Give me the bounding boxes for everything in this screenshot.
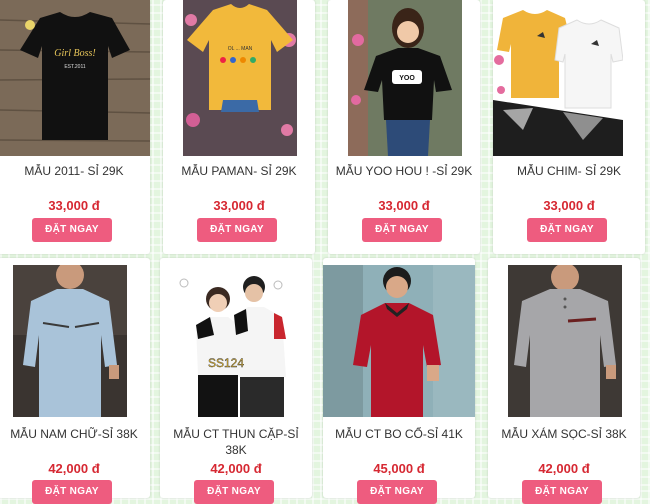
product-image[interactable]: SS124 — [178, 265, 292, 417]
product-price: 33,000 đ — [48, 198, 100, 213]
product-name: MẪU CT BO CỔ-SỈ 41K — [335, 427, 463, 441]
product-price: 33,000 đ — [543, 198, 595, 213]
order-now-button[interactable]: ĐẶT NGAY — [527, 218, 607, 242]
product-name: MẪU PAMAN- SỈ 29K — [181, 164, 297, 178]
product-name: MẪU CHIM- SỈ 29K — [516, 164, 621, 178]
order-now-button[interactable]: ĐẶT NGAY — [197, 218, 277, 242]
shirt-print-text: Girl Boss! — [54, 48, 95, 59]
product-card[interactable]: OL ... MAN MẪU PAMAN- SỈ 29K 33,000 đ ĐẶ… — [163, 0, 315, 254]
product-image[interactable]: YOO — [348, 0, 462, 156]
order-now-button[interactable]: ĐẶT NGAY — [357, 480, 437, 504]
order-now-button[interactable]: ĐẶT NGAY — [32, 480, 112, 504]
product-image[interactable]: OL ... MAN — [183, 0, 297, 156]
product-name: MẪU YOO HOU ! -SỈ 29K — [335, 164, 473, 178]
svg-text:OL ... MAN: OL ... MAN — [228, 46, 253, 52]
product-card[interactable]: MẪU XÁM SỌC-SỈ 38K 42,000 đ ĐẶT NGAY — [488, 258, 640, 504]
product-image[interactable]: Girl Boss! EST.2011 — [0, 0, 150, 156]
product-name: MẪU CT THUN CẶP-SỈ 38K — [173, 427, 299, 457]
order-now-button[interactable]: ĐẶT NGAY — [32, 218, 112, 242]
product-image[interactable] — [493, 0, 623, 156]
product-price: 45,000 đ — [373, 461, 425, 476]
product-card[interactable]: MẪU CT BO CỔ-SỈ 41K 45,000 đ ĐẶT NGAY — [323, 258, 475, 504]
product-card[interactable]: YOO MẪU YOO HOU ! -SỈ 29K 33,000 đ ĐẶT N… — [328, 0, 480, 254]
product-image[interactable] — [13, 265, 127, 417]
product-name: MẪU 2011- SỈ 29K — [24, 164, 124, 178]
order-now-button[interactable]: ĐẶT NGAY — [194, 480, 274, 504]
product-price: 42,000 đ — [538, 461, 590, 476]
svg-text:YOO: YOO — [399, 75, 415, 82]
product-name: MẪU XÁM SỌC-SỈ 38K — [501, 427, 627, 441]
product-price: 33,000 đ — [213, 198, 265, 213]
order-now-button[interactable]: ĐẶT NGAY — [362, 218, 442, 242]
product-price: 42,000 đ — [210, 461, 262, 476]
product-card[interactable]: MẪU NAM CHỮ-SỈ 38K 42,000 đ ĐẶT NGAY — [0, 258, 150, 504]
product-image[interactable] — [508, 265, 622, 417]
product-image[interactable] — [323, 265, 475, 417]
product-price: 42,000 đ — [48, 461, 100, 476]
shirt-print-subtext: EST.2011 — [64, 64, 86, 70]
product-card[interactable]: Girl Boss! EST.2011 MẪU 2011- SỈ 29K 33,… — [0, 0, 150, 254]
product-card[interactable]: SS124 MẪU CT THUN CẶP-SỈ 38K 42,000 đ ĐẶ… — [160, 258, 312, 504]
product-price: 33,000 đ — [378, 198, 430, 213]
order-now-button[interactable]: ĐẶT NGAY — [522, 480, 602, 504]
product-name: MẪU NAM CHỮ-SỈ 38K — [10, 427, 138, 441]
image-sku-text: SS124 — [208, 356, 244, 370]
product-card[interactable]: MẪU CHIM- SỈ 29K 33,000 đ ĐẶT NGAY — [493, 0, 645, 254]
